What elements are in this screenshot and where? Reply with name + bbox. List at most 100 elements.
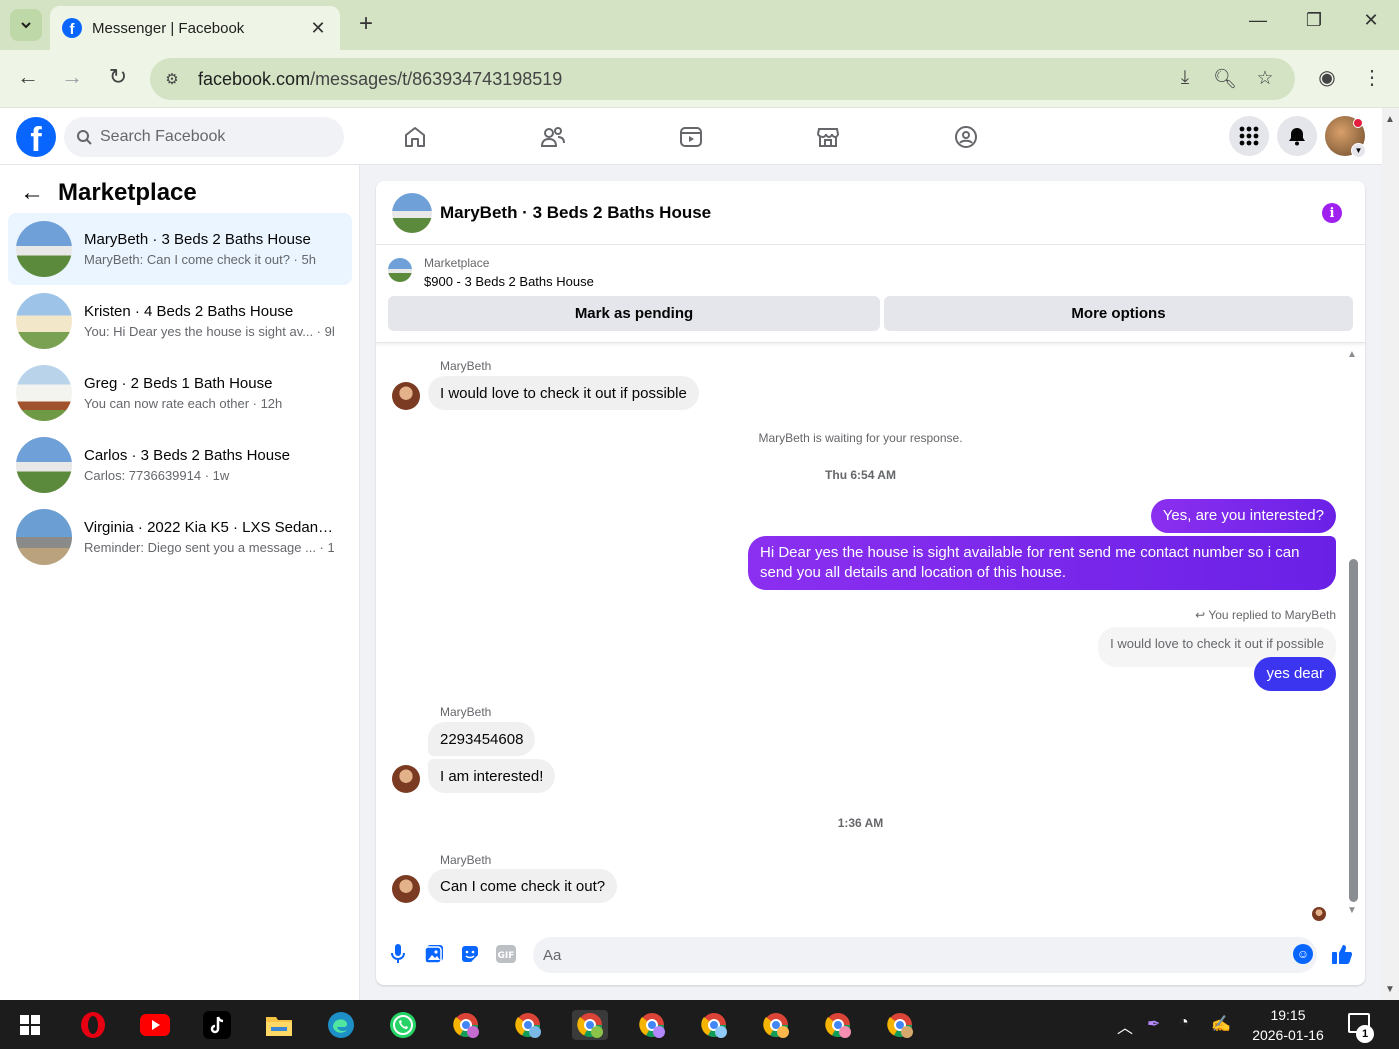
search-icon	[77, 130, 92, 145]
chrome-profile-icon[interactable]	[572, 1010, 608, 1040]
panel-header: ← Marketplace	[20, 179, 197, 207]
minimize-button[interactable]: —	[1244, 10, 1272, 31]
attach-photo-button[interactable]	[423, 943, 445, 965]
gif-button[interactable]: GIF	[495, 943, 517, 965]
marketplace-tab[interactable]	[808, 120, 848, 154]
address-bar[interactable]: ⚙ facebook.com/messages/t/86393474319851…	[150, 58, 1295, 100]
chat-listing-avatar[interactable]	[392, 192, 432, 233]
message-composer: GIF ☺	[376, 931, 1365, 979]
chrome-profile-icon[interactable]	[637, 1010, 667, 1040]
listing-title[interactable]: $900 - 3 Beds 2 Baths House	[424, 274, 594, 289]
profile-icon[interactable]: ◉	[1314, 65, 1340, 90]
back-button[interactable]: ←	[13, 64, 43, 90]
scroll-up-icon[interactable]: ▲	[1385, 114, 1395, 125]
sender-avatar[interactable]	[392, 765, 420, 793]
chrome-profile-icon[interactable]	[885, 1010, 915, 1040]
message-bubble-incoming[interactable]: Can I come check it out?	[428, 869, 618, 903]
sender-name: MaryBeth	[440, 853, 492, 867]
svg-text:GIF: GIF	[498, 951, 515, 961]
info-icon[interactable]: i	[1322, 203, 1342, 223]
conversation-item[interactable]: Kristen · 4 Beds 2 Baths House You: Hi D…	[8, 285, 352, 357]
notifications-button[interactable]	[1277, 116, 1317, 156]
gaming-tab[interactable]	[946, 120, 986, 154]
scroll-down-icon[interactable]: ▼	[1347, 905, 1357, 916]
chrome-profile-icon[interactable]	[451, 1010, 481, 1040]
chrome-profile-icon[interactable]	[761, 1010, 791, 1040]
system-clock[interactable]: 19:15 2026-01-16	[1250, 1005, 1326, 1045]
restore-button[interactable]: ❐	[1300, 10, 1328, 31]
message-input-wrapper[interactable]: ☺	[533, 937, 1317, 973]
zoom-icon[interactable]: 🔍︎	[1212, 67, 1238, 91]
facebook-logo-icon[interactable]: f	[16, 117, 56, 157]
video-tab[interactable]	[671, 120, 711, 154]
bookmark-star-icon[interactable]: ☆	[1252, 67, 1278, 90]
scroll-up-icon[interactable]: ▲	[1347, 349, 1357, 360]
youtube-icon[interactable]	[140, 1010, 170, 1040]
chrome-profile-icon[interactable]	[823, 1010, 853, 1040]
emoji-icon[interactable]: ☺	[1293, 944, 1313, 964]
message-bubble-outgoing[interactable]: yes dear	[1254, 657, 1336, 691]
menu-kebab-icon[interactable]: ⋮	[1359, 65, 1385, 90]
conversation-item[interactable]: Carlos · 3 Beds 2 Baths House Carlos: 77…	[8, 429, 352, 501]
message-bubble-outgoing[interactable]: Yes, are you interested?	[1150, 499, 1336, 533]
search-input[interactable]	[100, 128, 320, 146]
message-bubble-incoming[interactable]: 2293454608	[428, 722, 536, 756]
panel-title: Marketplace	[58, 179, 197, 206]
facebook-search[interactable]	[64, 117, 344, 157]
scrollbar-thumb[interactable]	[1349, 559, 1358, 902]
voice-clip-button[interactable]	[387, 943, 409, 965]
chat-title[interactable]: MaryBeth · 3 Beds 2 Baths House	[440, 203, 711, 223]
back-arrow-icon[interactable]: ←	[20, 179, 44, 207]
friends-icon	[540, 127, 565, 147]
url-text[interactable]: facebook.com/messages/t/863934743198519	[198, 69, 562, 90]
close-tab-icon[interactable]: ✕	[308, 18, 328, 39]
home-tab[interactable]	[395, 120, 435, 154]
menu-button[interactable]	[1229, 116, 1269, 156]
sender-avatar[interactable]	[392, 875, 420, 903]
message-bubble-incoming[interactable]: I am interested!	[428, 759, 556, 793]
listing-thumbnail	[16, 293, 72, 349]
windows-start-icon[interactable]	[20, 1015, 40, 1035]
marketplace-conversations-panel: ← Marketplace MaryBeth · 3 Beds 2 Baths …	[0, 165, 360, 1000]
account-chevron-icon[interactable]: ▼	[1351, 143, 1366, 158]
reload-button[interactable]: ↻	[103, 64, 133, 90]
sender-avatar[interactable]	[392, 382, 420, 410]
mark-as-pending-button[interactable]: Mark as pending	[388, 296, 880, 331]
microphone-icon	[391, 944, 405, 963]
edge-icon[interactable]	[326, 1010, 356, 1040]
message-bubble-outgoing[interactable]: Hi Dear yes the house is sight available…	[748, 536, 1336, 590]
file-explorer-icon[interactable]	[264, 1010, 294, 1040]
tiktok-icon[interactable]	[202, 1010, 232, 1040]
close-window-button[interactable]: ✕	[1357, 10, 1385, 31]
browser-tab-messenger[interactable]: f Messenger | Facebook ✕	[50, 6, 340, 50]
chrome-profile-icon[interactable]	[513, 1010, 543, 1040]
install-app-icon[interactable]: ⤓	[1172, 67, 1198, 89]
whatsapp-icon[interactable]	[388, 1010, 418, 1040]
show-hidden-icons-chevron-icon[interactable]: ︿	[1117, 1014, 1133, 1038]
network-icon[interactable]: ◔	[1179, 1014, 1189, 1032]
feather-app-icon[interactable]: ✒	[1147, 1014, 1160, 1034]
scroll-down-icon[interactable]: ▼	[1385, 984, 1395, 995]
windows-taskbar: ︿ ✒ ◔ ✍ 19:15 2026-01-16 1	[0, 1000, 1399, 1049]
browser-toolbar: ← → ↻ ⚙ facebook.com/messages/t/86393474…	[0, 50, 1399, 108]
site-info-icon[interactable]: ⚙	[156, 63, 188, 95]
friends-tab[interactable]	[533, 120, 573, 154]
message-input[interactable]	[543, 946, 1263, 964]
forward-button[interactable]: →	[57, 64, 87, 90]
new-tab-button[interactable]: +	[352, 10, 380, 38]
chrome-profile-icon[interactable]	[699, 1010, 729, 1040]
message-bubble-incoming[interactable]: I would love to check it out if possible	[428, 376, 699, 410]
opera-icon[interactable]	[78, 1010, 108, 1040]
sticker-button[interactable]	[459, 943, 481, 965]
listing-thumbnail	[16, 365, 72, 421]
tab-search-button[interactable]	[10, 9, 42, 41]
chat-scrollbar[interactable]: ▲ ▼	[1347, 349, 1359, 917]
conversation-item[interactable]: MaryBeth · 3 Beds 2 Baths House MaryBeth…	[8, 213, 352, 285]
like-button[interactable]	[1331, 943, 1353, 965]
page-scrollbar[interactable]: ▲ ▼	[1382, 108, 1399, 1000]
conversation-item[interactable]: Greg · 2 Beds 1 Bath House You can now r…	[8, 357, 352, 429]
more-options-button[interactable]: More options	[884, 296, 1353, 331]
conversation-name: MaryBeth · 3 Beds 2 Baths House	[84, 231, 311, 248]
pen-icon[interactable]: ✍	[1211, 1014, 1231, 1034]
conversation-item[interactable]: Virginia · 2022 Kia K5 · LXS Sedan ... R…	[8, 501, 352, 573]
